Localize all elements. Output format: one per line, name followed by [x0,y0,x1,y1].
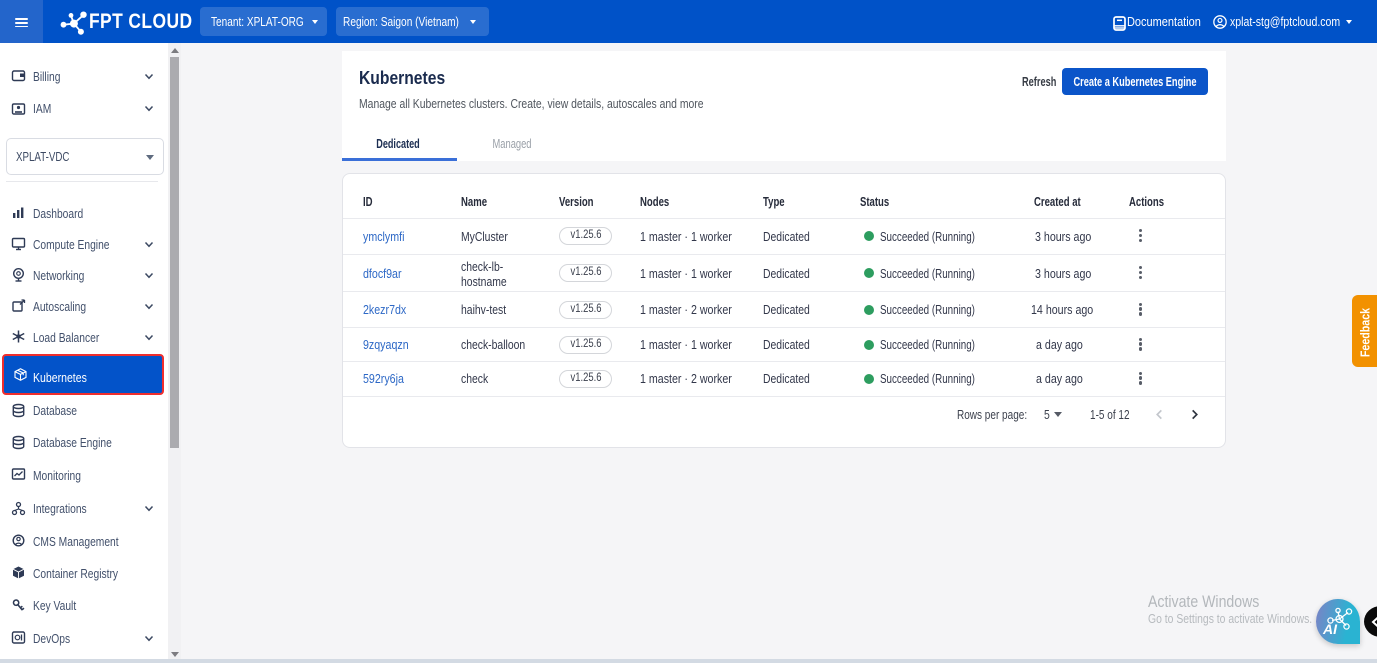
svg-text:AI: AI [1322,621,1338,637]
